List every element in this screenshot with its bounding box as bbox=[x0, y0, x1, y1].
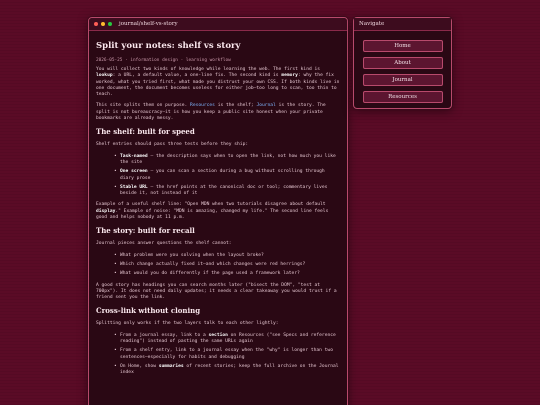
section-lead-shelf: Shelf entries should pass three tests be… bbox=[96, 142, 249, 148]
list-item: On Home, show summaries of recent storie… bbox=[114, 364, 340, 377]
list-item: From a shelf entry, link to a journal es… bbox=[114, 348, 340, 361]
list-item: What problem were you solving when the l… bbox=[114, 253, 340, 260]
resources-link[interactable]: Resources bbox=[190, 103, 215, 108]
list-item: Task-named — the description says when t… bbox=[114, 154, 340, 167]
shelf-example-paragraph: Example of a useful shelf line: "Open MD… bbox=[96, 202, 329, 221]
intro-paragraph-2: This site splits them on purpose. Resour… bbox=[96, 103, 326, 122]
article-window: journal/shelf-vs-story Split your notes:… bbox=[88, 17, 348, 405]
navigate-title: Navigate bbox=[354, 18, 451, 31]
story-list: What problem were you solving when the l… bbox=[96, 253, 340, 278]
list-item: What would you do differently if the pag… bbox=[114, 271, 340, 278]
maximize-dot-icon[interactable] bbox=[108, 22, 112, 26]
section-heading-story: The story: built for recall bbox=[96, 226, 195, 236]
article-meta: 2026-05-25 · information design · learni… bbox=[96, 58, 231, 63]
nav-about-button[interactable]: About bbox=[362, 57, 443, 69]
journal-link[interactable]: Journal bbox=[256, 103, 275, 108]
article-titlebar: journal/shelf-vs-story bbox=[89, 18, 347, 31]
nav-journal-button[interactable]: Journal bbox=[362, 74, 443, 86]
list-item: Stable URL — the href points at the cano… bbox=[114, 185, 340, 198]
minimize-dot-icon[interactable] bbox=[101, 22, 105, 26]
section-heading-shelf: The shelf: built for speed bbox=[96, 127, 195, 137]
navigate-panel: Navigate Home About Journal Resources bbox=[353, 17, 452, 109]
section-lead-story: Journal pieces answer questions the shel… bbox=[96, 241, 232, 247]
nav-resources-button[interactable]: Resources bbox=[362, 91, 443, 103]
crosslink-list: From a journal essay, link to a section … bbox=[96, 333, 340, 377]
list-item: One screen — you can scan a section duri… bbox=[114, 169, 340, 182]
section-heading-crosslink: Cross-link without cloning bbox=[96, 306, 201, 316]
shelf-list: Task-named — the description says when t… bbox=[96, 154, 340, 198]
story-paragraph: A good story has headings you can search… bbox=[96, 282, 337, 301]
section-lead-crosslink: Splitting only works if the two layers t… bbox=[96, 321, 279, 327]
nav-home-button[interactable]: Home bbox=[362, 40, 443, 52]
window-title: journal/shelf-vs-story bbox=[119, 21, 178, 27]
page-title: Split your notes: shelf vs story bbox=[96, 41, 241, 51]
close-dot-icon[interactable] bbox=[94, 22, 98, 26]
intro-paragraph-1: You will collect two kinds of knowledge … bbox=[96, 67, 340, 98]
article-content[interactable]: Split your notes: shelf vs story 2026-05… bbox=[89, 31, 347, 377]
list-item: Which change actually fixed it—and which… bbox=[114, 262, 340, 269]
navigate-list: Home About Journal Resources bbox=[354, 31, 451, 103]
list-item: From a journal essay, link to a section … bbox=[114, 333, 340, 346]
